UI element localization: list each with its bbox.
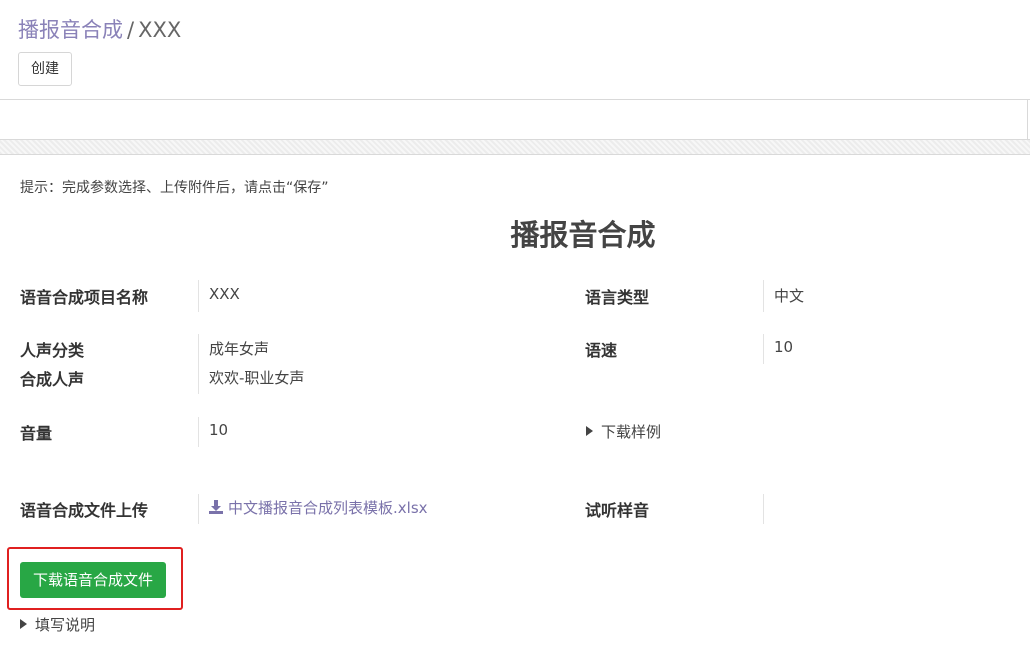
speed-value: 10 xyxy=(774,338,794,356)
caret-right-icon xyxy=(20,619,27,629)
upload-file-name: 中文播报音合成列表模板.xlsx xyxy=(228,499,428,517)
language-label: 语言类型 xyxy=(585,288,650,307)
download-sample-toggle[interactable]: 下载样例 xyxy=(586,421,661,442)
preview-label: 试听样音 xyxy=(585,501,650,520)
project-name-label: 语音合成项目名称 xyxy=(20,288,149,307)
download-synthesis-file-button[interactable]: 下载语音合成文件 xyxy=(20,562,167,598)
breadcrumb-current: XXX xyxy=(138,18,182,42)
field-divider xyxy=(198,494,199,524)
field-divider xyxy=(763,280,764,312)
instructions-toggle[interactable]: 填写说明 xyxy=(20,614,95,635)
field-divider xyxy=(198,334,199,394)
download-sample-label: 下载样例 xyxy=(601,423,662,441)
voice-category-label: 人声分类 xyxy=(20,341,85,360)
hint-text: 提示：完成参数选择、上传附件后，请点击“保存” xyxy=(20,180,329,196)
volume-value: 10 xyxy=(209,421,229,439)
download-icon xyxy=(209,500,223,514)
field-divider xyxy=(198,280,199,312)
caret-right-icon xyxy=(586,426,593,436)
breadcrumb-separator: / xyxy=(127,18,135,42)
form-title: 播报音合成 xyxy=(510,218,656,252)
synth-voice-value: 欢欢-职业女声 xyxy=(209,369,305,387)
language-value: 中文 xyxy=(774,287,805,305)
voice-category-value: 成年女声 xyxy=(209,340,270,358)
field-divider xyxy=(198,417,199,447)
volume-label: 音量 xyxy=(20,424,53,443)
toolbar-divider xyxy=(0,99,1030,100)
breadcrumb-parent-link[interactable]: 播报音合成 xyxy=(18,18,123,42)
field-divider xyxy=(763,494,764,524)
upload-template-link[interactable]: 中文播报音合成列表模板.xlsx xyxy=(209,497,428,518)
breadcrumb: 播报音合成 / XXX xyxy=(18,14,181,44)
speed-label: 语速 xyxy=(585,341,618,360)
create-button[interactable]: 创建 xyxy=(18,52,72,86)
instructions-label: 填写说明 xyxy=(35,616,96,634)
synth-voice-label: 合成人声 xyxy=(20,370,85,389)
project-name-value: XXX xyxy=(209,285,240,303)
sheet-top-bar xyxy=(0,139,1030,155)
toolbar-right-border xyxy=(1027,99,1028,139)
field-divider xyxy=(763,334,764,364)
upload-label: 语音合成文件上传 xyxy=(20,501,149,520)
